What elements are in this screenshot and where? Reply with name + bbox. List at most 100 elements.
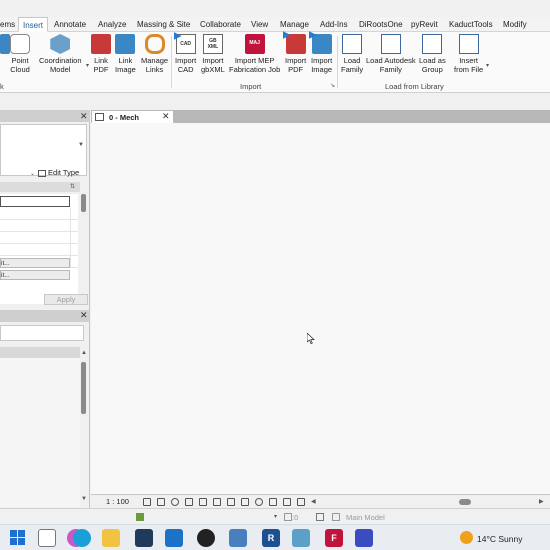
- tab-add-ins[interactable]: Add-Ins: [320, 17, 348, 32]
- chevron-down-icon[interactable]: ▾: [274, 513, 277, 520]
- scroll-up-icon[interactable]: ▲: [81, 350, 87, 356]
- unlock-view-icon[interactable]: [227, 498, 235, 506]
- import-cad-button[interactable]: CAD Import CAD: [175, 34, 196, 74]
- property-value-field[interactable]: [0, 196, 70, 207]
- lightbulb-icon[interactable]: [255, 498, 263, 506]
- file-explorer-icon[interactable]: [102, 529, 120, 547]
- scrollbar-thumb[interactable]: [81, 194, 86, 212]
- import-gbxml-button[interactable]: GB XML Import gbXML: [201, 34, 225, 74]
- project-browser-header: [0, 310, 90, 322]
- close-icon[interactable]: ✕: [80, 110, 88, 122]
- edge-icon[interactable]: [73, 529, 91, 547]
- revit-icon[interactable]: R: [262, 529, 280, 547]
- calculator-icon[interactable]: [229, 529, 247, 547]
- close-icon[interactable]: ✕: [162, 111, 170, 122]
- tab-annotate[interactable]: Annotate: [54, 17, 86, 32]
- edit-button[interactable]: it...: [0, 270, 70, 280]
- insert-from-file-button[interactable]: Insert from File: [454, 34, 483, 74]
- scroll-left-icon[interactable]: ◀: [311, 498, 316, 505]
- tab-view[interactable]: View: [251, 17, 268, 32]
- tab-dirootsone[interactable]: DiRootsOne: [359, 17, 403, 32]
- tab-insert[interactable]: Insert: [18, 17, 49, 32]
- edit-button[interactable]: it...: [0, 258, 70, 268]
- design-options-icon[interactable]: [316, 513, 324, 521]
- tab-systems[interactable]: ems: [0, 17, 15, 32]
- drawing-canvas[interactable]: [91, 123, 550, 494]
- import-pdf-button[interactable]: Import PDF: [285, 34, 306, 74]
- active-model[interactable]: Main Model: [346, 513, 385, 522]
- import-mep-fabrication-button[interactable]: MAJ Import MEP Fabrication Job: [229, 34, 280, 74]
- load-autodesk-family-label: Load Autodesk Family: [366, 56, 416, 74]
- link-pdf-button[interactable]: Link PDF: [91, 34, 111, 74]
- app-icon[interactable]: [355, 529, 373, 547]
- edit-type-button[interactable]: ⌄ Edit Type: [30, 168, 79, 177]
- separator: [337, 36, 338, 88]
- close-icon[interactable]: ✕: [80, 309, 88, 321]
- tab-analyze[interactable]: Analyze: [98, 17, 126, 32]
- import-cad-icon: CAD: [175, 34, 196, 54]
- manage-links-button[interactable]: Manage Links: [141, 34, 168, 74]
- partial-button[interactable]: [0, 34, 10, 56]
- project-browser-tree[interactable]: [0, 347, 80, 507]
- horizontal-scrollbar[interactable]: ◀ ▶: [311, 499, 547, 505]
- tab-collaborate[interactable]: Collaborate: [200, 17, 241, 32]
- store-icon[interactable]: [135, 529, 153, 547]
- chevron-down-icon[interactable]: ▾: [486, 62, 489, 69]
- crop-view-icon[interactable]: [199, 498, 207, 506]
- highlight-icon[interactable]: [283, 498, 291, 506]
- outlook-icon[interactable]: [165, 529, 183, 547]
- scrollbar-thumb[interactable]: [81, 362, 86, 414]
- table-row[interactable]: [0, 244, 78, 256]
- tab-manage[interactable]: Manage: [280, 17, 309, 32]
- temporary-hide-icon[interactable]: [241, 498, 249, 506]
- tab-modify[interactable]: Modify: [503, 17, 527, 32]
- start-icon[interactable]: [9, 529, 27, 547]
- tree-root-row[interactable]: [0, 347, 80, 358]
- import-image-button[interactable]: Import Image: [311, 34, 332, 74]
- tab-massing-site[interactable]: Massing & Site: [137, 17, 190, 32]
- link-image-icon: [115, 34, 136, 54]
- scrollbar-thumb[interactable]: [459, 499, 471, 505]
- detail-level-icon[interactable]: [143, 498, 151, 506]
- selection-count: :0: [292, 513, 299, 522]
- table-row[interactable]: [0, 208, 78, 220]
- tab-kaducttools[interactable]: KaductTools: [449, 17, 493, 32]
- weather-sunny-icon[interactable]: [460, 531, 473, 544]
- view-scale[interactable]: 1 : 100: [106, 497, 129, 506]
- tab-view-0-mech[interactable]: 0 - Mech ✕: [92, 111, 173, 123]
- table-row[interactable]: [0, 220, 78, 232]
- apply-button[interactable]: Apply: [44, 294, 88, 305]
- scroll-down-icon[interactable]: ▼: [81, 496, 87, 502]
- weather-text[interactable]: 14°C Sunny: [477, 534, 522, 544]
- filter-icon[interactable]: [284, 513, 292, 521]
- analysis-icon[interactable]: [269, 498, 277, 506]
- fabrication-icon[interactable]: F: [325, 529, 343, 547]
- app-icon[interactable]: [197, 529, 215, 547]
- view-control-bar: 1 : 100 ◀ ▶: [91, 494, 550, 508]
- sun-path-icon[interactable]: [171, 498, 179, 506]
- chevron-down-icon[interactable]: ▾: [86, 62, 89, 69]
- app-icon[interactable]: [292, 529, 310, 547]
- search-input[interactable]: [0, 325, 84, 341]
- load-autodesk-family-button[interactable]: Load Autodesk Family: [366, 34, 416, 74]
- worksets-icon[interactable]: [136, 513, 144, 521]
- chevron-down-icon[interactable]: ▼: [78, 142, 84, 148]
- coordination-model-button[interactable]: Coordination Model: [39, 34, 82, 74]
- link-image-button[interactable]: Link Image: [115, 34, 136, 74]
- constraints-icon[interactable]: [297, 498, 305, 506]
- dialog-launcher-icon[interactable]: ↘: [330, 82, 335, 89]
- shadows-icon[interactable]: [185, 498, 193, 506]
- editing-requests-icon[interactable]: [332, 513, 340, 521]
- visual-style-icon[interactable]: [157, 498, 165, 506]
- table-row[interactable]: [0, 232, 78, 244]
- separator: [171, 36, 172, 88]
- load-as-group-button[interactable]: Load as Group: [419, 34, 446, 74]
- load-family-button[interactable]: Load Family: [341, 34, 363, 74]
- tab-pyrevit[interactable]: pyRevit: [411, 17, 438, 32]
- collapse-icon[interactable]: ⇅: [70, 183, 75, 190]
- search-icon[interactable]: [38, 529, 56, 547]
- scroll-right-icon[interactable]: ▶: [539, 498, 544, 505]
- chevron-down-icon[interactable]: ⌄: [30, 171, 35, 177]
- point-cloud-button[interactable]: Point Cloud: [10, 34, 30, 74]
- show-crop-icon[interactable]: [213, 498, 221, 506]
